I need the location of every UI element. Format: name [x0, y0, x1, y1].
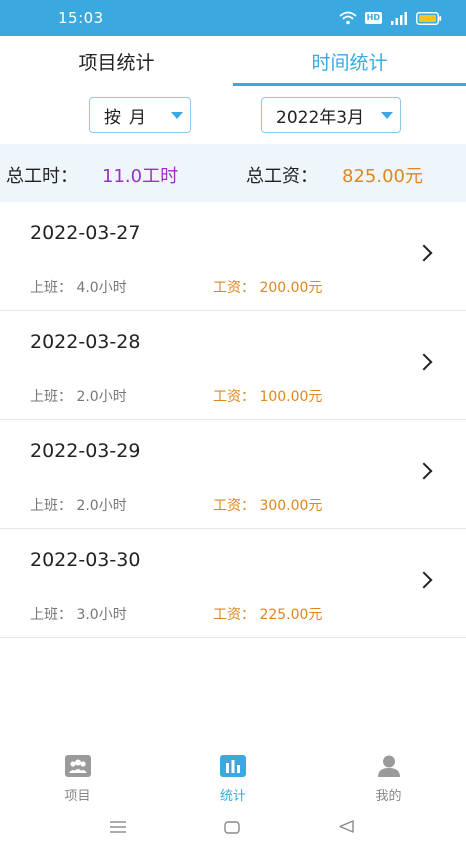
record-work-hours: 上班： 3.0小时 [30, 607, 127, 623]
month-label: 2022年3月 [276, 107, 365, 128]
record-item[interactable]: 2022-03-29 上班： 2.0小时 工资： 300.00元 [0, 420, 466, 529]
month-select[interactable]: 2022年3月 [261, 97, 401, 133]
nav-label: 统计 [219, 789, 246, 804]
record-date: 2022-03-27 [30, 222, 141, 244]
tab-project-stats[interactable]: 项目统计 [0, 36, 233, 86]
total-hours-label: 总工时： [6, 166, 78, 187]
status-bar: 15:03 HD [0, 0, 466, 36]
nav-item-mine[interactable]: 我的 [311, 746, 466, 806]
nav-label: 项目 [64, 789, 91, 804]
team-icon [64, 754, 92, 782]
record-work-hours: 上班： 4.0小时 [30, 280, 127, 296]
back-icon[interactable] [338, 818, 354, 837]
bottom-nav: 项目 统计 我的 [0, 746, 466, 806]
user-icon [375, 754, 403, 782]
status-icons: HD [339, 10, 442, 26]
nav-item-project[interactable]: 项目 [0, 746, 155, 806]
record-work-hours: 上班： 2.0小时 [30, 389, 127, 405]
record-wage: 工资： 225.00元 [213, 607, 323, 623]
total-wage-label: 总工资： [246, 166, 318, 187]
record-date: 2022-03-29 [30, 440, 141, 462]
bar-chart-icon [219, 754, 247, 782]
system-nav-bar [0, 806, 466, 842]
period-unit-label: 按月 [104, 107, 154, 128]
home-icon[interactable] [224, 819, 240, 838]
summary-bar: 总工时： 11.0工时 总工资： 825.00元 [0, 144, 466, 202]
chevron-right-icon [415, 571, 433, 589]
filter-row: 按月 2022年3月 [0, 86, 466, 144]
record-date: 2022-03-30 [30, 549, 141, 571]
tab-time-stats[interactable]: 时间统计 [233, 36, 466, 86]
record-item[interactable]: 2022-03-27 上班： 4.0小时 工资： 200.00元 [0, 202, 466, 311]
total-wage-value: 825.00元 [342, 166, 423, 187]
record-wage: 工资： 300.00元 [213, 498, 323, 514]
status-time: 15:03 [58, 9, 104, 27]
chevron-right-icon [415, 353, 433, 371]
period-unit-select[interactable]: 按月 [89, 97, 191, 133]
nav-label: 我的 [375, 789, 402, 804]
record-list: 2022-03-27 上班： 4.0小时 工资： 200.00元 2022-03… [0, 202, 466, 638]
wifi-icon [339, 11, 357, 25]
menu-icon[interactable] [110, 818, 126, 837]
record-wage: 工资： 200.00元 [213, 280, 323, 296]
chevron-right-icon [415, 462, 433, 480]
nav-item-stats[interactable]: 统计 [155, 746, 311, 806]
record-item[interactable]: 2022-03-30 上班： 3.0小时 工资： 225.00元 [0, 529, 466, 638]
battery-icon [416, 11, 442, 25]
record-item[interactable]: 2022-03-28 上班： 2.0小时 工资： 100.00元 [0, 311, 466, 420]
record-work-hours: 上班： 2.0小时 [30, 498, 127, 514]
total-hours-value: 11.0工时 [102, 166, 179, 187]
record-date: 2022-03-28 [30, 331, 141, 353]
stats-tabs: 项目统计 时间统计 [0, 36, 466, 86]
chevron-right-icon [415, 244, 433, 262]
hd-icon: HD [364, 12, 382, 24]
caret-down-icon [171, 112, 183, 119]
signal-icon [390, 11, 408, 25]
record-wage: 工资： 100.00元 [213, 389, 323, 405]
caret-down-icon [381, 112, 393, 119]
